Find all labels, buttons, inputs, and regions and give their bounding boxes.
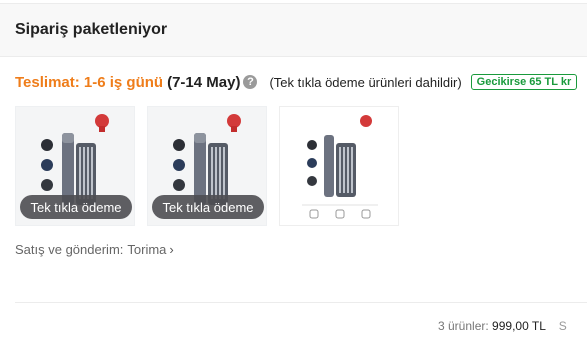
delivery-info: Teslimat: 1-6 iş günü (7-14 May) ? (Tek … bbox=[15, 72, 578, 92]
item-count: 3 ürünler: bbox=[438, 319, 489, 333]
order-divider bbox=[15, 302, 587, 304]
seller-label: Satış ve gönderim: bbox=[15, 242, 124, 257]
order-summary: 3 ürünler: 999,00 TL S bbox=[438, 319, 567, 333]
one-click-payment-badge: Tek tıkla ödeme bbox=[152, 195, 264, 219]
order-total-price: 999,00 TL bbox=[492, 319, 546, 333]
seller-store-link[interactable]: Torima bbox=[127, 242, 166, 257]
order-status-header: Sipariş paketleniyor bbox=[0, 3, 587, 57]
delivery-note: (Tek tıkla ödeme ürünleri dahildir) bbox=[269, 74, 462, 90]
chevron-right-icon: › bbox=[169, 242, 174, 257]
product-thumbnails: Tek tıkla ödeme Tek tıkla ödeme bbox=[15, 106, 399, 226]
product-thumbnail[interactable]: Tek tıkla ödeme bbox=[147, 106, 267, 226]
product-thumbnail[interactable] bbox=[279, 106, 399, 226]
summary-cutoff-text: S bbox=[558, 319, 567, 333]
late-compensation-badge[interactable]: Gecikirse 65 TL kr bbox=[470, 74, 578, 90]
one-click-payment-badge: Tek tıkla ödeme bbox=[20, 195, 132, 219]
seller-info[interactable]: Satış ve gönderim: Torima › bbox=[15, 242, 174, 257]
product-thumbnail[interactable]: Tek tıkla ödeme bbox=[15, 106, 135, 226]
order-status-title: Sipariş paketleniyor bbox=[15, 21, 168, 38]
info-icon[interactable]: ? bbox=[243, 75, 258, 89]
delivery-label: Teslimat: 1-6 iş günü bbox=[15, 73, 164, 91]
screwdriver-set-image bbox=[302, 115, 378, 219]
delivery-dates: (7-14 May) bbox=[167, 73, 241, 91]
